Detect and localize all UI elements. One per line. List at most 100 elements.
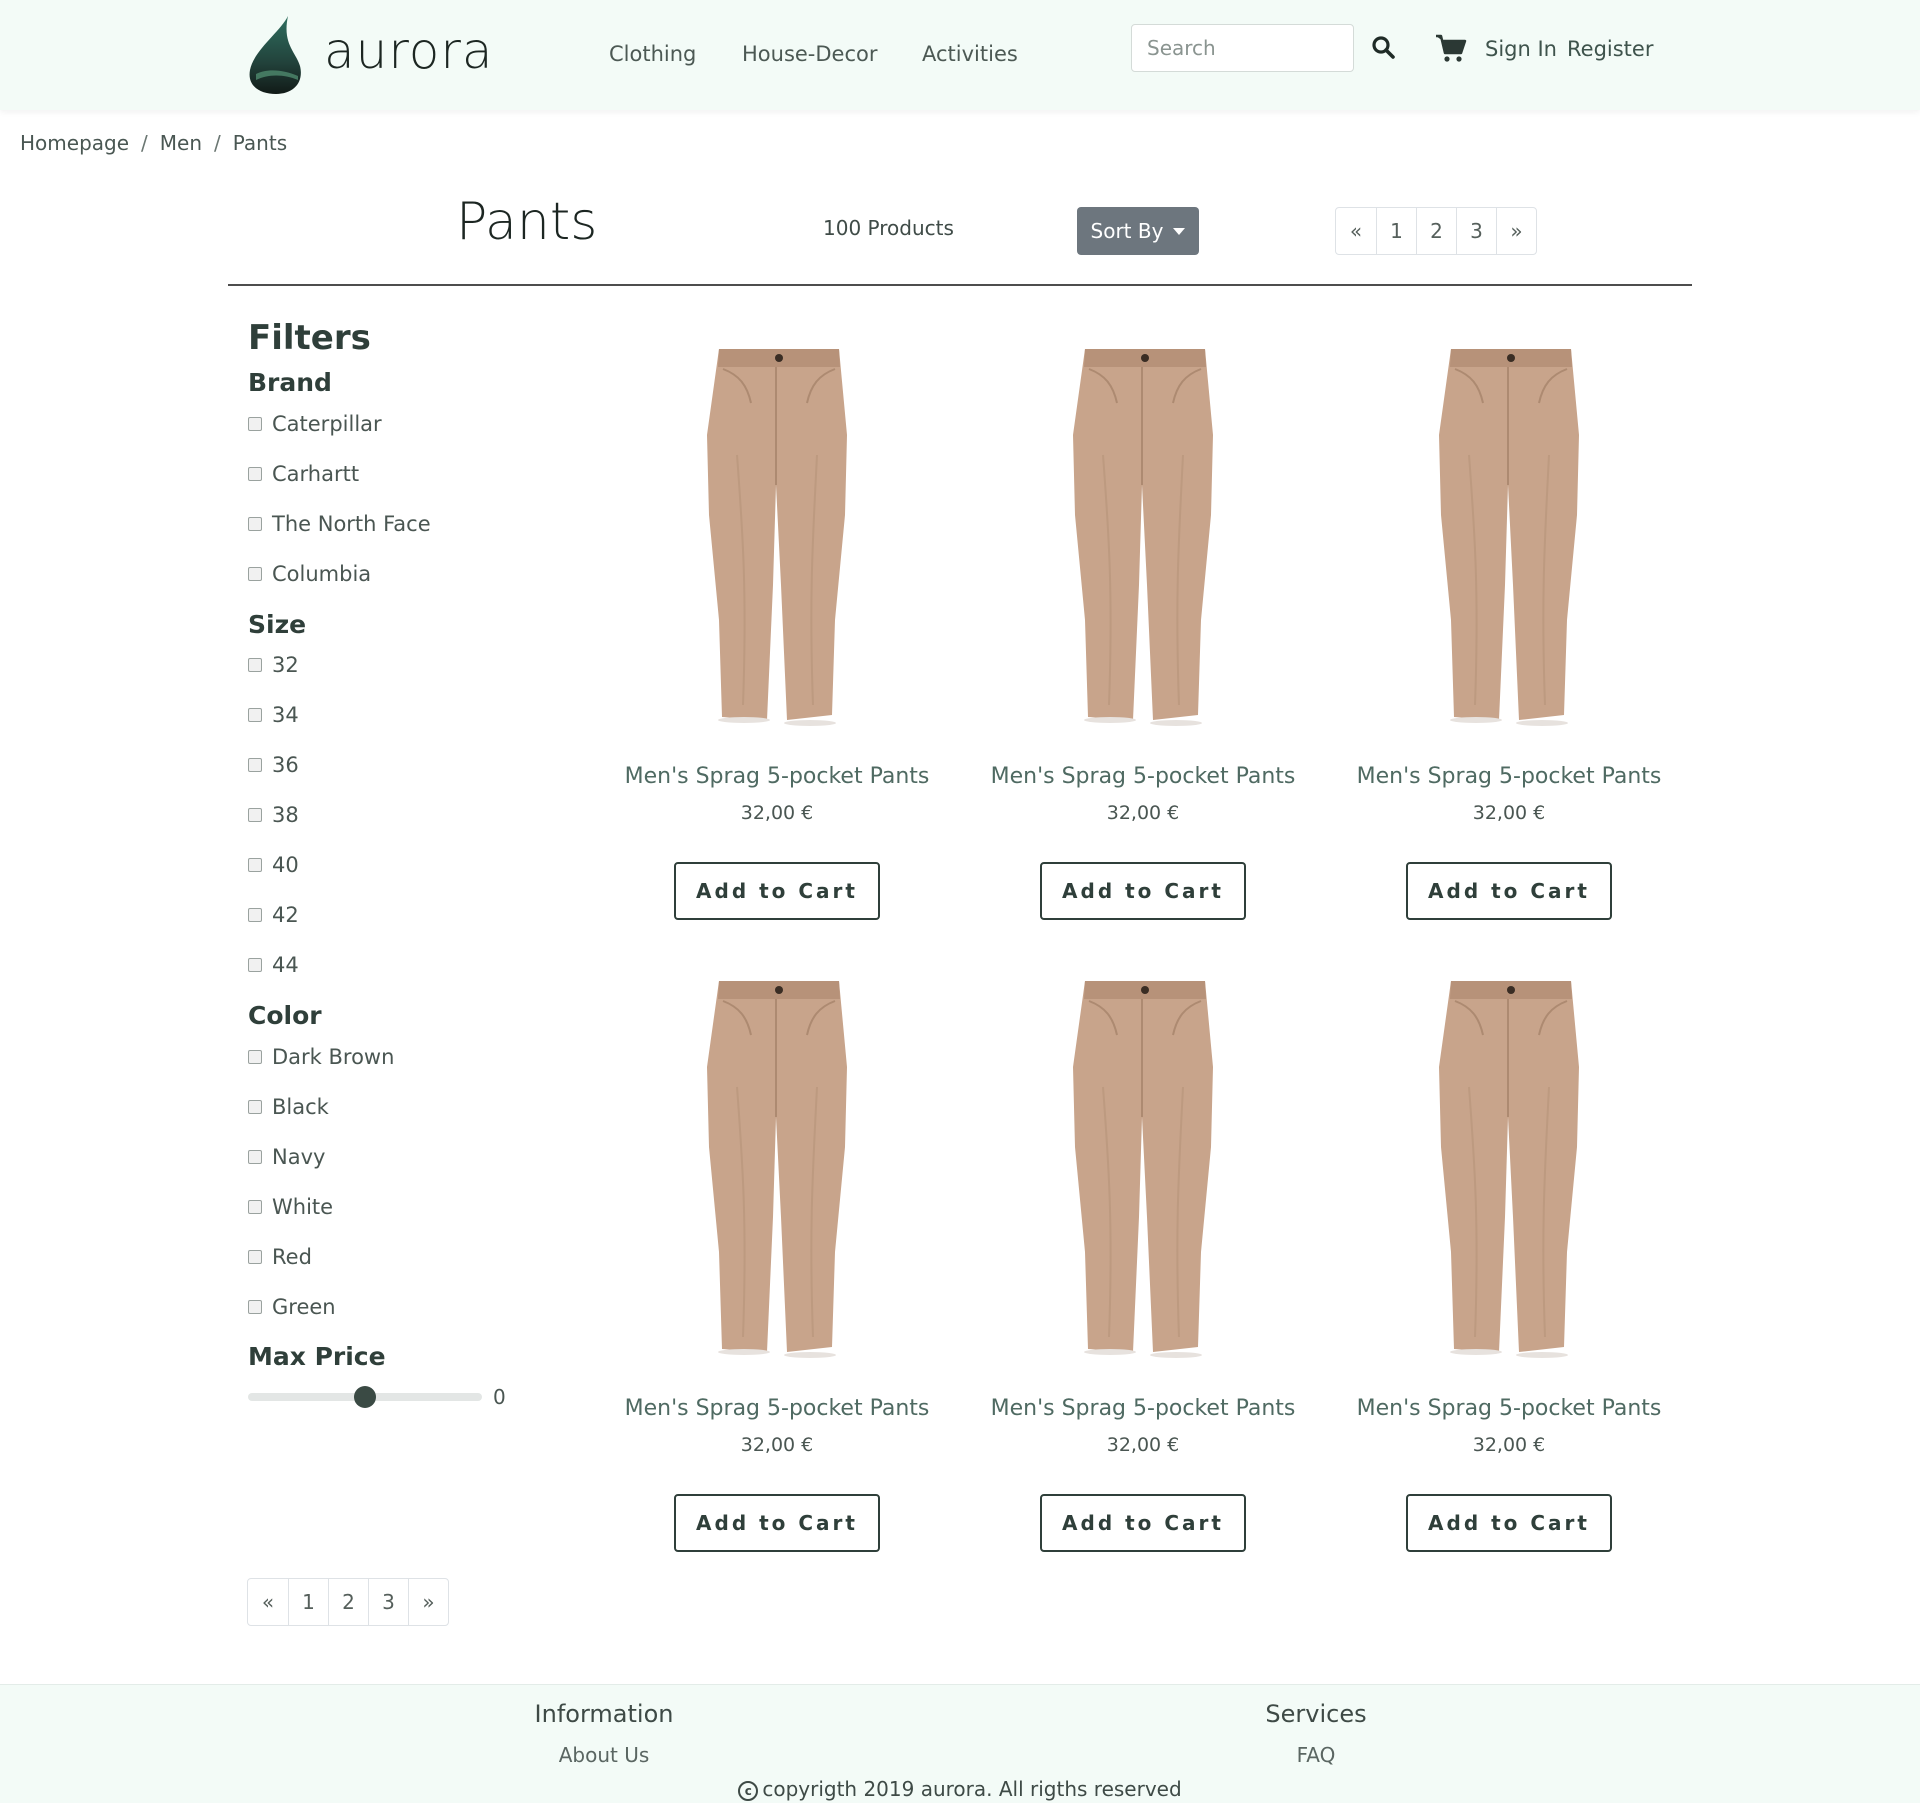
page-prev[interactable]: « bbox=[248, 1579, 288, 1625]
product-name[interactable]: Men's Sprag 5-pocket Pants bbox=[1344, 764, 1674, 789]
page-title: Pants bbox=[456, 192, 598, 252]
filter-size-36[interactable]: 36 bbox=[248, 753, 299, 777]
search-icon[interactable] bbox=[1370, 34, 1396, 60]
register-link[interactable]: Register bbox=[1567, 37, 1653, 61]
filter-color-red[interactable]: Red bbox=[248, 1245, 312, 1269]
breadcrumb-men[interactable]: Men bbox=[160, 131, 202, 155]
add-to-cart-button[interactable]: Add to Cart bbox=[674, 862, 880, 920]
product-card: Men's Sprag 5-pocket Pants 32,00 € Add t… bbox=[1344, 967, 1674, 1577]
checkbox[interactable] bbox=[248, 1300, 262, 1314]
caret-down-icon bbox=[1173, 227, 1186, 235]
filter-size-32[interactable]: 32 bbox=[248, 653, 299, 677]
footer-faq-link[interactable]: FAQ bbox=[1166, 1743, 1466, 1767]
product-image[interactable] bbox=[1043, 335, 1243, 735]
product-image[interactable] bbox=[1409, 335, 1609, 735]
sign-in-link[interactable]: Sign In bbox=[1485, 37, 1557, 61]
filter-option-label: 40 bbox=[272, 853, 299, 877]
checkbox[interactable] bbox=[248, 1200, 262, 1214]
product-image[interactable] bbox=[1409, 967, 1609, 1367]
product-name[interactable]: Men's Sprag 5-pocket Pants bbox=[978, 764, 1308, 789]
filter-option-label: Caterpillar bbox=[272, 412, 382, 436]
product-price: 32,00 € bbox=[1106, 1434, 1180, 1456]
checkbox[interactable] bbox=[248, 467, 262, 481]
filter-option-label: 32 bbox=[272, 653, 299, 677]
breadcrumb: Homepage / Men / Pants bbox=[20, 131, 287, 155]
filter-option-label: Carhartt bbox=[272, 462, 360, 486]
add-to-cart-button[interactable]: Add to Cart bbox=[1040, 1494, 1246, 1552]
nav-house-decor[interactable]: House-Decor bbox=[742, 42, 878, 66]
product-price: 32,00 € bbox=[740, 1434, 814, 1456]
sort-by-button[interactable]: Sort By bbox=[1077, 207, 1199, 255]
add-to-cart-button[interactable]: Add to Cart bbox=[674, 1494, 880, 1552]
copyright-icon: c bbox=[738, 1780, 759, 1801]
product-price: 32,00 € bbox=[1472, 1434, 1546, 1456]
checkbox[interactable] bbox=[248, 958, 262, 972]
filter-option-label: White bbox=[272, 1195, 334, 1219]
page-2[interactable]: 2 bbox=[1416, 208, 1456, 254]
page-next[interactable]: » bbox=[1496, 208, 1536, 254]
product-image[interactable] bbox=[677, 967, 877, 1367]
filter-size-40[interactable]: 40 bbox=[248, 853, 299, 877]
product-image[interactable] bbox=[677, 335, 877, 735]
filter-color-black[interactable]: Black bbox=[248, 1095, 329, 1119]
page-2[interactable]: 2 bbox=[328, 1579, 368, 1625]
search-input[interactable] bbox=[1131, 24, 1354, 72]
page-prev[interactable]: « bbox=[1336, 208, 1376, 254]
checkbox[interactable] bbox=[248, 517, 262, 531]
filter-option-label: 34 bbox=[272, 703, 299, 727]
cart-icon[interactable] bbox=[1435, 33, 1467, 63]
checkbox[interactable] bbox=[248, 908, 262, 922]
page-3[interactable]: 3 bbox=[368, 1579, 408, 1625]
product-image[interactable] bbox=[1043, 967, 1243, 1367]
filter-option-label: Green bbox=[272, 1295, 336, 1319]
checkbox[interactable] bbox=[248, 858, 262, 872]
nav-clothing[interactable]: Clothing bbox=[609, 42, 696, 66]
filter-size-38[interactable]: 38 bbox=[248, 803, 299, 827]
breadcrumb-homepage[interactable]: Homepage bbox=[20, 131, 129, 155]
filter-brand-carhartt[interactable]: Carhartt bbox=[248, 462, 359, 486]
filter-size-42[interactable]: 42 bbox=[248, 903, 299, 927]
filter-color-white[interactable]: White bbox=[248, 1195, 333, 1219]
filter-color-green[interactable]: Green bbox=[248, 1295, 336, 1319]
add-to-cart-button[interactable]: Add to Cart bbox=[1040, 862, 1246, 920]
filter-color-dark-brown[interactable]: Dark Brown bbox=[248, 1045, 394, 1069]
checkbox[interactable] bbox=[248, 1050, 262, 1064]
color-heading: Color bbox=[248, 1001, 322, 1030]
filter-brand-the-north-face[interactable]: The North Face bbox=[248, 512, 431, 536]
checkbox[interactable] bbox=[248, 808, 262, 822]
product-name[interactable]: Men's Sprag 5-pocket Pants bbox=[978, 1396, 1308, 1421]
filter-brand-caterpillar[interactable]: Caterpillar bbox=[248, 412, 382, 436]
product-name[interactable]: Men's Sprag 5-pocket Pants bbox=[612, 1396, 942, 1421]
page-1[interactable]: 1 bbox=[288, 1579, 328, 1625]
breadcrumb-pants: Pants bbox=[232, 131, 288, 155]
filter-size-44[interactable]: 44 bbox=[248, 953, 299, 977]
logo-drop-icon[interactable] bbox=[246, 14, 306, 96]
footer-about-us-link[interactable]: About Us bbox=[454, 1743, 754, 1767]
checkbox[interactable] bbox=[248, 708, 262, 722]
checkbox[interactable] bbox=[248, 1150, 262, 1164]
max-price-slider-thumb[interactable] bbox=[354, 1386, 376, 1408]
product-name[interactable]: Men's Sprag 5-pocket Pants bbox=[1344, 1396, 1674, 1421]
add-to-cart-button[interactable]: Add to Cart bbox=[1406, 862, 1612, 920]
checkbox[interactable] bbox=[248, 658, 262, 672]
filter-option-label: Columbia bbox=[272, 562, 372, 586]
max-price-heading: Max Price bbox=[248, 1342, 386, 1371]
page-next[interactable]: » bbox=[408, 1579, 448, 1625]
checkbox[interactable] bbox=[248, 1100, 262, 1114]
page-3[interactable]: 3 bbox=[1456, 208, 1496, 254]
filter-size-34[interactable]: 34 bbox=[248, 703, 299, 727]
checkbox[interactable] bbox=[248, 1250, 262, 1264]
filter-option-label: Black bbox=[272, 1095, 329, 1119]
filter-color-navy[interactable]: Navy bbox=[248, 1145, 325, 1169]
copyright: c copyrigth 2019 aurora. All rigths reser… bbox=[0, 1777, 1920, 1801]
nav-activities[interactable]: Activities bbox=[922, 42, 1018, 66]
product-name[interactable]: Men's Sprag 5-pocket Pants bbox=[612, 764, 942, 789]
checkbox[interactable] bbox=[248, 417, 262, 431]
filter-brand-columbia[interactable]: Columbia bbox=[248, 562, 371, 586]
add-to-cart-button[interactable]: Add to Cart bbox=[1406, 1494, 1612, 1552]
copyright-text: copyrigth 2019 aurora. All rigths reserv… bbox=[762, 1777, 1182, 1801]
page-1[interactable]: 1 bbox=[1376, 208, 1416, 254]
checkbox[interactable] bbox=[248, 758, 262, 772]
checkbox[interactable] bbox=[248, 567, 262, 581]
logo-text[interactable]: aurora bbox=[324, 22, 494, 80]
